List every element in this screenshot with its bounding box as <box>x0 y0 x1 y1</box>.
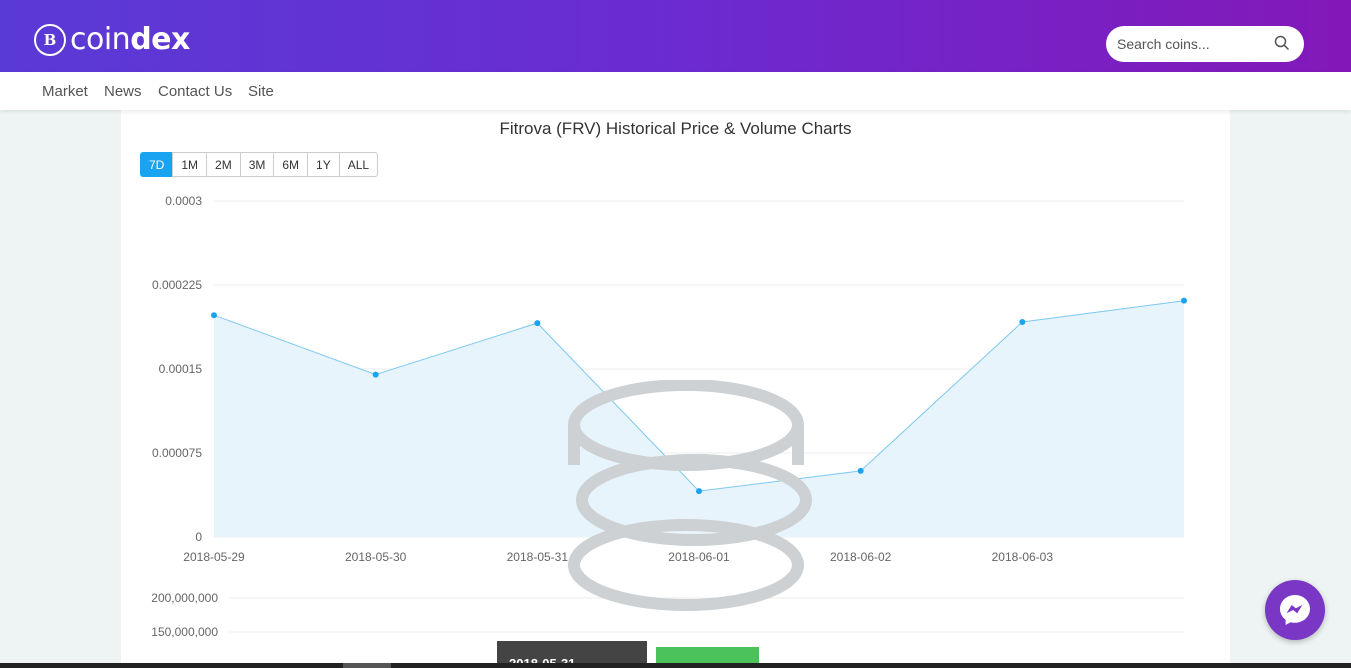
y-tick-label: 0.000075 <box>152 446 202 460</box>
messenger-icon <box>1280 595 1310 625</box>
price-point <box>534 320 541 327</box>
search-input[interactable] <box>1117 36 1277 52</box>
nav-item-contact-us[interactable]: Contact Us <box>158 83 232 100</box>
search-icon[interactable] <box>1274 35 1290 51</box>
x-tick-label: 2018-05-30 <box>345 550 407 564</box>
bottom-scroll-strip <box>0 663 1351 668</box>
nav-bar: Market News Contact Us Site <box>0 72 1351 110</box>
y-tick-label: 0 <box>195 530 202 544</box>
y-tick-label: 0.000225 <box>152 278 202 292</box>
x-tick-label: 2018-06-03 <box>992 550 1054 564</box>
y-tick-label: 0.00015 <box>159 362 203 376</box>
x-tick-label: 2018-05-29 <box>183 550 245 564</box>
messenger-button[interactable] <box>1265 580 1325 640</box>
bitcoin-logo-icon: B <box>34 23 66 56</box>
price-point <box>857 467 864 474</box>
x-tick-label: 2018-05-31 <box>507 550 569 564</box>
nav-item-market[interactable]: Market <box>42 83 88 100</box>
search-box <box>1106 26 1304 62</box>
price-point <box>1019 318 1026 325</box>
nav-item-site[interactable]: Site <box>248 83 274 100</box>
coin-stack-watermark-icon <box>568 380 812 611</box>
price-point <box>372 371 379 378</box>
logo-text-light: coin <box>70 22 131 57</box>
logo-text: coindex <box>70 22 190 57</box>
logo-text-bold: dex <box>130 22 190 57</box>
volume-tick-label: 150,000,000 <box>151 625 218 639</box>
logo[interactable]: B coindex <box>34 22 190 57</box>
nav-item-news[interactable]: News <box>104 83 142 100</box>
price-point <box>211 312 217 319</box>
top-header: B coindex <box>0 0 1351 72</box>
x-tick-label: 2018-06-02 <box>830 550 892 564</box>
volume-tick-label: 200,000,000 <box>151 591 218 605</box>
y-tick-label: 0.0003 <box>165 194 202 208</box>
y-axis-labels: 0 0.000075 0.00015 0.000225 0.0003 <box>152 194 202 544</box>
price-point <box>1181 297 1187 304</box>
bottom-scroll-thumb[interactable] <box>343 663 391 668</box>
